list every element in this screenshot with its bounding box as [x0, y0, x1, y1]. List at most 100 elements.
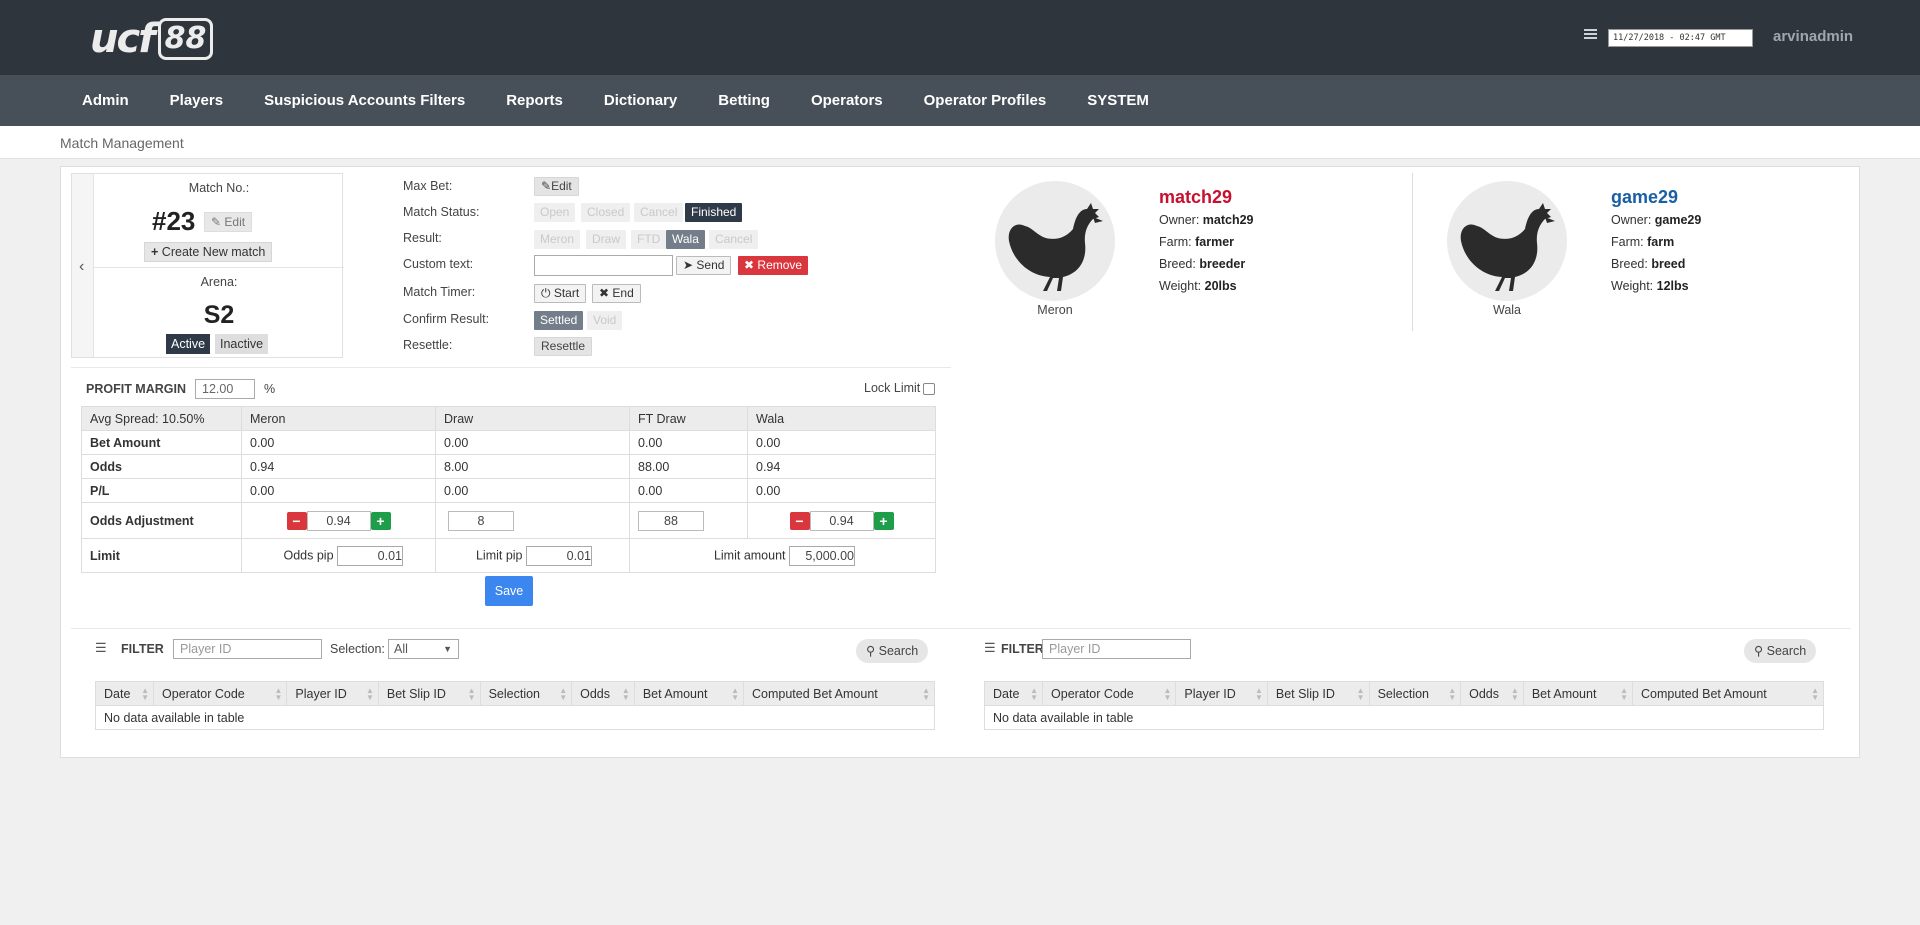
nav-item-reports[interactable]: Reports [506, 92, 563, 109]
col-player-id[interactable]: Player ID ▲ ▼ [1175, 681, 1268, 706]
void-button[interactable]: Void [587, 311, 623, 330]
col-bet-amount[interactable]: Bet Amount ▲ ▼ [1522, 681, 1633, 706]
edit-label: Edit [224, 215, 246, 229]
nav-item-system[interactable]: SYSTEM [1087, 92, 1149, 109]
lock-limit-checkbox[interactable] [923, 383, 935, 395]
cell: 0.00 [747, 430, 936, 455]
limit-amount-input[interactable]: 5,000.00 [789, 545, 855, 566]
col-odds[interactable]: Odds ▲ ▼ [1460, 681, 1524, 706]
minus-icon[interactable]: − [789, 511, 810, 530]
selection-dropdown[interactable]: All ▼ [388, 639, 459, 659]
avg-spread: Avg Spread: 10.50% [81, 406, 242, 431]
empty-table-message: No data available in table [95, 705, 935, 730]
nav-item-admin[interactable]: Admin [82, 92, 129, 109]
limit-pip-input[interactable]: 0.01 [526, 545, 592, 566]
list-icon[interactable] [1584, 29, 1597, 41]
nav-item-players[interactable]: Players [170, 92, 223, 109]
search-button[interactable]: ⚲ Search [1744, 639, 1817, 663]
logo[interactable]: ucf 88 [90, 16, 214, 62]
result-cancel-button[interactable]: Cancel [709, 230, 759, 249]
col-date[interactable]: Date ▲ ▼ [983, 681, 1044, 706]
col-odds[interactable]: Odds ▲ ▼ [571, 681, 635, 706]
result-label: Result: [403, 231, 442, 245]
status-cancel-button[interactable]: Cancel [634, 203, 684, 222]
row-label: Odds Adjustment [81, 502, 242, 539]
settled-button[interactable]: Settled [534, 311, 584, 330]
nav-item-suspicious-accounts-filters[interactable]: Suspicious Accounts Filters [264, 92, 465, 109]
meron-odds-input[interactable]: 0.94 [306, 510, 371, 531]
status-finished-button[interactable]: Finished [685, 203, 743, 222]
timer-end-button[interactable]: ✖ End [592, 284, 641, 303]
nav-item-operator-profiles[interactable]: Operator Profiles [924, 92, 1047, 109]
max-bet-edit-button[interactable]: ✎Edit [534, 177, 579, 196]
status-open-button[interactable]: Open [534, 203, 576, 222]
player-id-input[interactable]: Player ID [173, 639, 322, 659]
top-bar: ucf 88 11/27/2018 - 02:47 GMT arvinadmin [0, 0, 1920, 75]
plus-icon[interactable]: + [370, 511, 391, 530]
active-toggle[interactable]: Active [166, 334, 211, 354]
result-wala-button[interactable]: Wala [666, 230, 705, 249]
row-label: Bet Amount [81, 430, 242, 455]
logo-text: ucf [90, 16, 156, 62]
ft-draw-odds-input[interactable]: 88 [638, 510, 704, 531]
plus-icon[interactable]: + [873, 511, 894, 530]
col-operator-code[interactable]: Operator Code ▲ ▼ [1042, 681, 1177, 706]
col-date[interactable]: Date ▲ ▼ [94, 681, 155, 706]
col-computed-bet-amount[interactable]: Computed Bet Amount ▲ ▼ [1631, 681, 1825, 706]
nav-item-betting[interactable]: Betting [718, 92, 770, 109]
profit-margin-unit: % [264, 382, 276, 396]
draw-odds-adjust: 8 [435, 502, 630, 539]
resettle-label: Resettle: [403, 338, 453, 352]
status-closed-button[interactable]: Closed [581, 203, 631, 222]
username-link[interactable]: arvinadmin [1773, 28, 1853, 45]
send-button[interactable]: ➤ Send [676, 256, 732, 275]
result-ftd-button[interactable]: FTD [631, 230, 667, 249]
cell: 0.00 [629, 478, 748, 503]
search-button[interactable]: ⚲ Search [856, 639, 929, 663]
sort-icon: ▲ ▼ [365, 686, 374, 702]
odds-pip-input[interactable]: 0.01 [337, 545, 403, 566]
layers-icon: ☰ [984, 640, 996, 655]
cell: 0.00 [629, 430, 748, 455]
empty-table-message: No data available in table [984, 705, 1824, 730]
edit-match-button[interactable]: ✎ Edit [204, 212, 253, 232]
search-icon: ⚲ [1754, 644, 1764, 658]
filter-label: FILTER [121, 642, 164, 656]
wala-farm: Farm: farm [1611, 235, 1675, 249]
selection-value: All [394, 642, 408, 656]
match-number: #23 [152, 206, 196, 236]
search-icon: ⚲ [866, 644, 876, 658]
arena-value: S2 [203, 301, 235, 329]
col-selection[interactable]: Selection ▲ ▼ [1368, 681, 1462, 706]
player-id-input[interactable]: Player ID [1042, 639, 1191, 659]
col-computed-bet-amount[interactable]: Computed Bet Amount ▲ ▼ [742, 681, 936, 706]
col-operator-code[interactable]: Operator Code ▲ ▼ [153, 681, 288, 706]
nav-item-operators[interactable]: Operators [811, 92, 883, 109]
previous-match-button[interactable]: ‹ [72, 174, 94, 357]
nav-item-dictionary[interactable]: Dictionary [604, 92, 677, 109]
profit-margin-input[interactable]: 12.00 [195, 379, 255, 399]
col-player-id[interactable]: Player ID ▲ ▼ [286, 681, 379, 706]
resettle-button[interactable]: Resettle [534, 337, 593, 356]
col-bet-amount[interactable]: Bet Amount ▲ ▼ [633, 681, 744, 706]
save-button[interactable]: Save [485, 576, 533, 606]
close-icon: ✖ [744, 258, 755, 272]
match-status-label: Match Status: [403, 205, 480, 219]
cell: 0.00 [241, 478, 436, 503]
profit-margin-label: PROFIT MARGIN [86, 382, 186, 396]
col-bet-slip-id[interactable]: Bet Slip ID ▲ ▼ [377, 681, 481, 706]
result-meron-button[interactable]: Meron [534, 230, 581, 249]
timer-start-button[interactable]: ⏻ Start [534, 284, 587, 303]
col-selection[interactable]: Selection ▲ ▼ [479, 681, 573, 706]
custom-text-input[interactable] [534, 255, 673, 276]
remove-button[interactable]: ✖ Remove [738, 256, 809, 275]
minus-icon[interactable]: − [286, 511, 307, 530]
wala-odds-input[interactable]: 0.94 [809, 510, 874, 531]
create-new-match-button[interactable]: + Create New match [144, 242, 273, 262]
inactive-toggle[interactable]: Inactive [215, 334, 269, 354]
draw-odds-input[interactable]: 8 [448, 510, 514, 531]
result-draw-button[interactable]: Draw [586, 230, 627, 249]
col-bet-slip-id[interactable]: Bet Slip ID ▲ ▼ [1266, 681, 1370, 706]
meron-breed: Breed: breeder [1159, 257, 1246, 271]
max-bet-label: Max Bet: [403, 179, 453, 193]
